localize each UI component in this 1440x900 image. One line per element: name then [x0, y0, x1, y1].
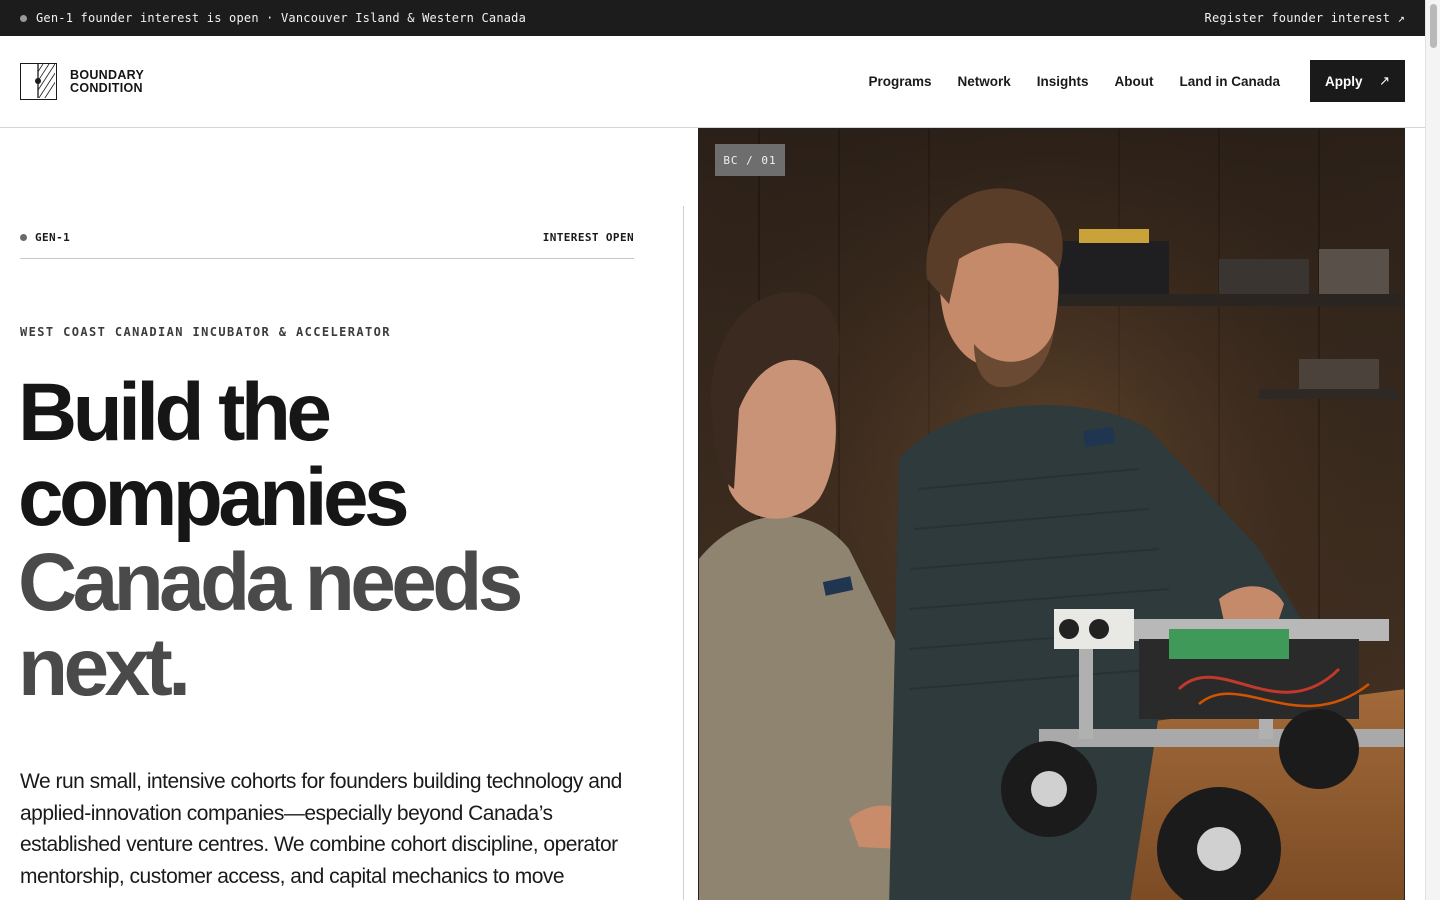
- apply-label: Apply: [1325, 73, 1363, 89]
- announcement-message: Gen-1 founder interest is open · Vancouv…: [20, 11, 526, 25]
- headline-line-3: Canada needs: [18, 537, 523, 628]
- hero-description: We run small, intensive cohorts for foun…: [20, 770, 622, 888]
- hero-eyebrow: WEST COAST CANADIAN INCUBATOR & ACCELERA…: [20, 325, 391, 339]
- announcement-text: Gen-1 founder interest is open · Vancouv…: [36, 11, 527, 25]
- page-scrollbar[interactable]: [1425, 0, 1440, 900]
- cohort-dot-icon: [20, 234, 27, 241]
- arrow-up-right-icon: ↗: [1379, 73, 1390, 88]
- logo-icon[interactable]: [20, 63, 57, 100]
- brand-line-1: BOUNDARY: [70, 68, 145, 82]
- workshop-illustration: [699, 129, 1404, 900]
- image-caption-tag: BC / 01: [715, 144, 785, 176]
- apply-button[interactable]: Apply ↗: [1310, 60, 1405, 102]
- headline-line-2: companies: [18, 452, 410, 543]
- nav-item-land-in-canada[interactable]: Land in Canada: [1179, 74, 1280, 89]
- nav-item-network[interactable]: Network: [957, 74, 1010, 89]
- cohort-meta-row: GEN-1 INTEREST OPEN: [20, 230, 634, 259]
- scrollbar-thumb[interactable]: [1430, 4, 1437, 48]
- status-dot-icon: [20, 14, 27, 22]
- cohort-label-text: GEN-1: [35, 231, 71, 244]
- announcement-bar: Gen-1 founder interest is open · Vancouv…: [0, 0, 1425, 36]
- nav-item-about[interactable]: About: [1115, 74, 1154, 89]
- headline-line-1: Build the: [18, 367, 332, 458]
- main-nav: Programs Network Insights About Land in …: [868, 74, 1280, 89]
- brand-line-2: CONDITION: [70, 80, 143, 95]
- nav-item-insights[interactable]: Insights: [1037, 74, 1089, 89]
- brand-wordmark[interactable]: BOUNDARY CONDITION: [70, 69, 144, 94]
- status-badge: INTEREST OPEN: [542, 231, 634, 244]
- page-title: Build the companies Canada needs next.: [18, 367, 523, 713]
- nav-item-programs[interactable]: Programs: [868, 74, 931, 89]
- hero-photo: [698, 128, 1405, 900]
- cohort-label: GEN-1: [20, 231, 70, 244]
- column-divider: [683, 206, 684, 900]
- register-founder-interest-link[interactable]: Register founder interest ↗: [1205, 11, 1405, 25]
- site-header: BOUNDARY CONDITION Programs Network Insi…: [0, 36, 1425, 128]
- headline-line-4: next.: [18, 622, 191, 713]
